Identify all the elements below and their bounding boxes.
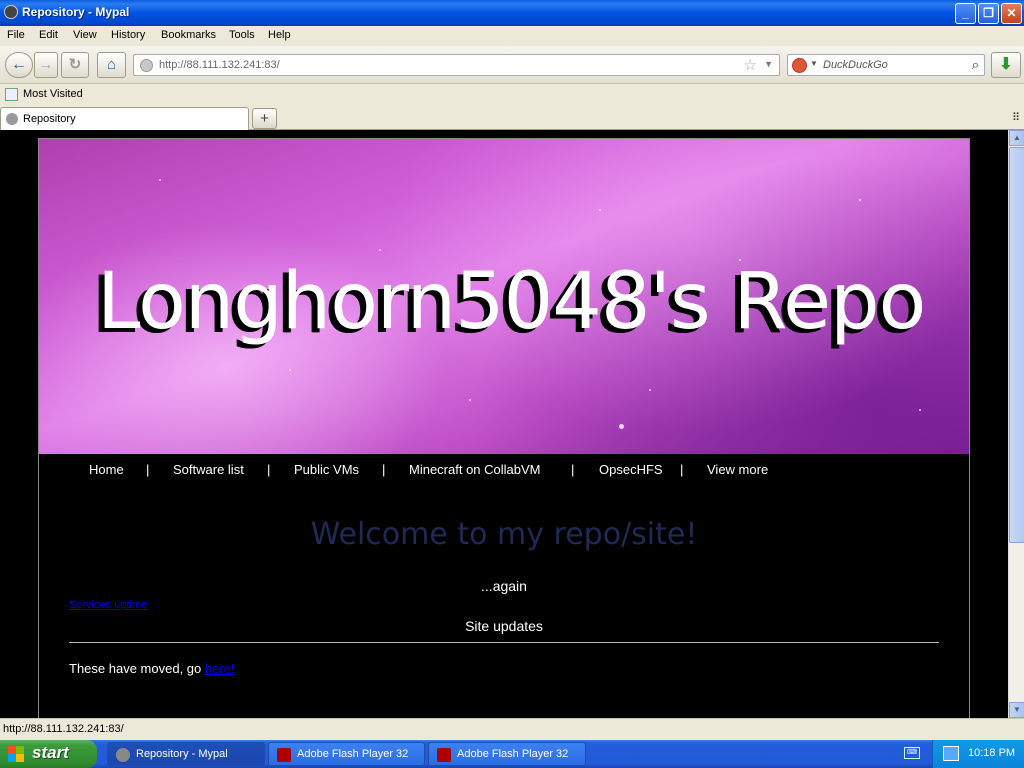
nav-separator: |: [571, 462, 575, 477]
tab-repository[interactable]: Repository: [0, 107, 249, 130]
taskbar-item-flash-2[interactable]: Adobe Flash Player 32: [428, 742, 586, 766]
scroll-up-arrow-icon[interactable]: ▲: [1009, 130, 1024, 146]
start-label: start: [32, 743, 69, 762]
taskbar: start Repository - Mypal Adobe Flash Pla…: [0, 740, 1024, 768]
start-button[interactable]: start: [0, 740, 97, 768]
close-button[interactable]: ✕: [1001, 3, 1022, 24]
nav-public-vms[interactable]: Public VMs: [294, 462, 359, 477]
duckduckgo-icon[interactable]: [792, 58, 807, 73]
again-subheading: ...again: [481, 578, 527, 594]
keyboard-language-icon[interactable]: ⌨: [904, 747, 920, 759]
nav-separator: |: [382, 462, 386, 477]
reload-icon: ↻: [68, 56, 82, 73]
minimize-button[interactable]: _: [955, 3, 976, 24]
new-tab-button[interactable]: +: [252, 108, 277, 129]
site-nav: Home | Software list | Public VMs | Mine…: [39, 454, 969, 484]
taskbar-item-label: Adobe Flash Player 32: [297, 748, 409, 760]
scrollbar-thumb[interactable]: [1009, 147, 1024, 543]
plus-icon: +: [260, 110, 269, 127]
menu-bar: File Edit View History Bookmarks Tools H…: [0, 26, 1024, 46]
flash-player-icon: [437, 748, 451, 762]
downloads-button[interactable]: ⬇: [991, 52, 1021, 78]
back-arrow-icon: ←: [11, 56, 27, 73]
menu-bookmarks[interactable]: Bookmarks: [161, 29, 216, 41]
most-visited-icon: [5, 88, 18, 101]
menu-view[interactable]: View: [73, 29, 97, 41]
nav-separator: |: [680, 462, 684, 477]
url-dropdown-icon[interactable]: ▼: [764, 59, 773, 69]
clock[interactable]: 10:18 PM: [968, 747, 1015, 759]
bookmark-star-icon[interactable]: ☆: [744, 56, 757, 74]
menu-edit[interactable]: Edit: [39, 29, 58, 41]
status-bar: http://88.111.132.241:83/: [0, 718, 1024, 740]
url-bar[interactable]: http://88.111.132.241:83/ ☆ ▼: [133, 54, 780, 76]
home-button[interactable]: ⌂: [97, 52, 126, 78]
services-uptime-link[interactable]: Services uptime: [69, 599, 147, 611]
scroll-down-arrow-icon[interactable]: ▼: [1009, 702, 1024, 718]
moved-notice: These have moved, go here!: [69, 661, 235, 676]
bookmarks-toolbar: Most Visited: [0, 84, 1024, 106]
flash-player-icon: [277, 748, 291, 762]
forward-button[interactable]: →: [34, 52, 58, 78]
status-text: http://88.111.132.241:83/: [3, 723, 124, 735]
nav-separator: |: [267, 462, 271, 477]
taskbar-item-mypal[interactable]: Repository - Mypal: [107, 742, 265, 766]
tab-favicon-icon: [6, 113, 18, 125]
divider: [69, 642, 939, 643]
network-icon[interactable]: [943, 746, 959, 761]
most-visited-bookmark[interactable]: Most Visited: [23, 88, 83, 100]
mypal-app-icon: [4, 5, 18, 19]
home-icon: ⌂: [106, 56, 117, 73]
menu-file[interactable]: File: [7, 29, 25, 41]
search-icon[interactable]: ⌕: [972, 57, 979, 73]
nav-opsechfs[interactable]: OpsecHFS: [599, 462, 663, 477]
site-banner: Longhorn5048's Repo: [39, 139, 969, 454]
reload-button[interactable]: ↻: [61, 52, 89, 78]
nav-minecraft-collabvm[interactable]: Minecraft on CollabVM: [409, 462, 541, 477]
page-viewport: Longhorn5048's Repo Home | Software list…: [0, 130, 1008, 718]
banner-title: Longhorn5048's Repo: [97, 257, 926, 347]
site-container: Longhorn5048's Repo Home | Software list…: [38, 138, 970, 718]
nav-view-more[interactable]: View more: [707, 462, 768, 477]
tab-list-icon[interactable]: ⠿: [1012, 111, 1020, 124]
menu-history[interactable]: History: [111, 29, 145, 41]
download-arrow-icon: ⬇: [999, 56, 1013, 73]
nav-home[interactable]: Home: [89, 462, 124, 477]
title-bar: Repository - Mypal _ ❐ ✕: [0, 0, 1024, 26]
tab-label: Repository: [23, 113, 76, 125]
restore-button[interactable]: ❐: [978, 3, 999, 24]
welcome-heading: Welcome to my repo/site!: [310, 517, 698, 552]
nav-separator: |: [146, 462, 150, 477]
globe-icon: [140, 59, 153, 72]
back-button[interactable]: ←: [5, 52, 33, 78]
taskbar-item-flash-1[interactable]: Adobe Flash Player 32: [268, 742, 425, 766]
window-title: Repository - Mypal: [22, 5, 130, 19]
nav-software-list[interactable]: Software list: [173, 462, 244, 477]
vertical-scrollbar[interactable]: ▲ ▼: [1008, 130, 1024, 718]
menu-help[interactable]: Help: [268, 29, 291, 41]
forward-arrow-icon: →: [38, 56, 54, 73]
url-text[interactable]: http://88.111.132.241:83/: [159, 59, 280, 71]
search-bar[interactable]: ▼ DuckDuckGo ⌕: [787, 54, 985, 76]
mypal-icon: [116, 748, 130, 762]
moved-here-link[interactable]: here!: [205, 661, 235, 676]
navigation-toolbar: ← → ↻ ⌂ http://88.111.132.241:83/ ☆ ▼ ▼ …: [0, 46, 1024, 84]
search-engine-dropdown-icon[interactable]: ▼: [810, 59, 818, 68]
system-tray: 10:18 PM: [932, 740, 1024, 768]
menu-tools[interactable]: Tools: [229, 29, 255, 41]
moved-text: These have moved, go: [69, 661, 205, 676]
tab-bar: Repository + ⠿: [0, 106, 1024, 130]
taskbar-item-label: Repository - Mypal: [136, 748, 228, 760]
site-updates-heading: Site updates: [465, 618, 543, 634]
search-placeholder[interactable]: DuckDuckGo: [823, 59, 888, 71]
windows-flag-icon: [8, 746, 24, 762]
taskbar-item-label: Adobe Flash Player 32: [457, 748, 569, 760]
